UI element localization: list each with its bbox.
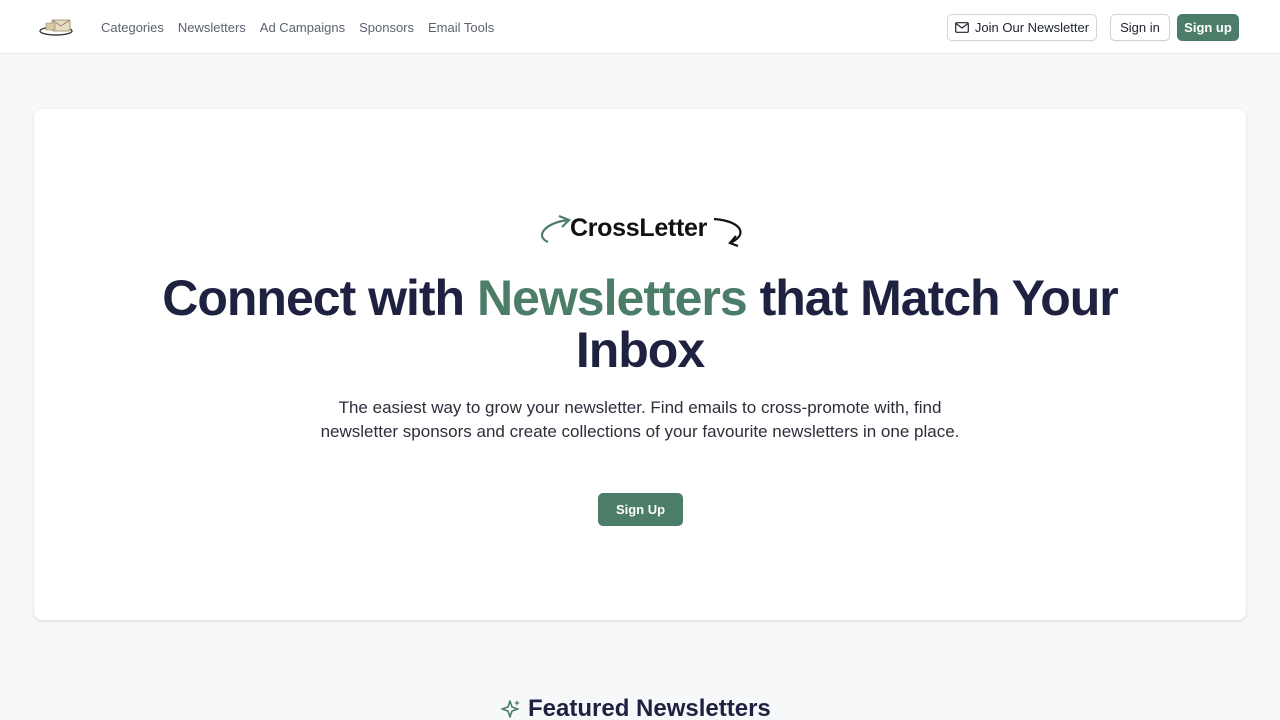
headline-accent: Newsletters — [477, 270, 748, 326]
brand-name: CrossLetter — [570, 214, 708, 242]
logo-icon[interactable] — [38, 14, 76, 40]
join-newsletter-button[interactable]: Join Our Newsletter — [947, 14, 1097, 41]
mail-icon — [955, 22, 969, 33]
hero-sign-up-button[interactable]: Sign Up — [598, 493, 683, 526]
nav-newsletters[interactable]: Newsletters — [178, 20, 246, 35]
nav-categories[interactable]: Categories — [101, 20, 164, 35]
main-nav: Categories Newsletters Ad Campaigns Spon… — [101, 0, 508, 54]
sign-in-button[interactable]: Sign in — [1110, 14, 1170, 41]
nav-sponsors[interactable]: Sponsors — [359, 20, 414, 35]
nav-ad-campaigns[interactable]: Ad Campaigns — [260, 20, 345, 35]
headline-part-1: Connect with — [162, 270, 477, 326]
nav-email-tools[interactable]: Email Tools — [428, 20, 494, 35]
sign-up-button[interactable]: Sign up — [1177, 14, 1239, 41]
top-navigation-bar: Categories Newsletters Ad Campaigns Spon… — [0, 0, 1280, 54]
hero-subtext: The easiest way to grow your newsletter.… — [320, 398, 960, 441]
featured-heading: Featured Newsletters — [500, 694, 790, 720]
hero-headline: Connect with Newsletters that Match Your… — [140, 272, 1140, 376]
featured-title: Featured Newsletters — [528, 695, 771, 720]
join-newsletter-label: Join Our Newsletter — [974, 20, 1090, 35]
sparkle-icon — [501, 700, 520, 718]
